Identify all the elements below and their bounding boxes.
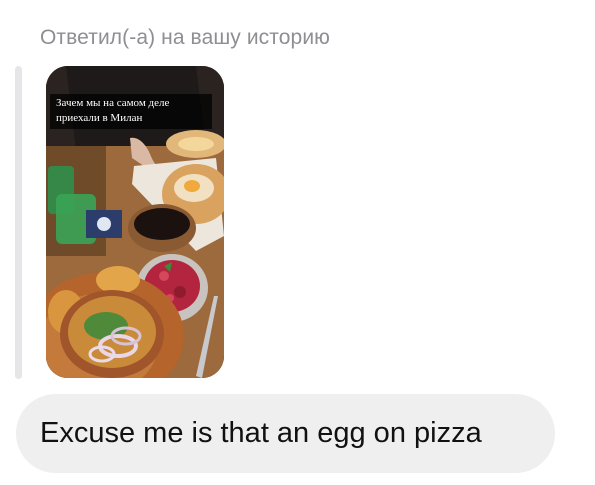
story-reply-header: Ответил(-а) на вашу историю [40,26,330,49]
message-text: Excuse me is that an egg on pizza [40,417,482,449]
story-thumbnail[interactable]: Зачем мы на самом деле приехали в Милан [46,66,224,378]
story-caption: Зачем мы на самом деле приехали в Милан [50,94,212,129]
message-bubble[interactable]: Excuse me is that an egg on pizza [16,394,555,473]
reply-indicator-bar [15,66,22,379]
